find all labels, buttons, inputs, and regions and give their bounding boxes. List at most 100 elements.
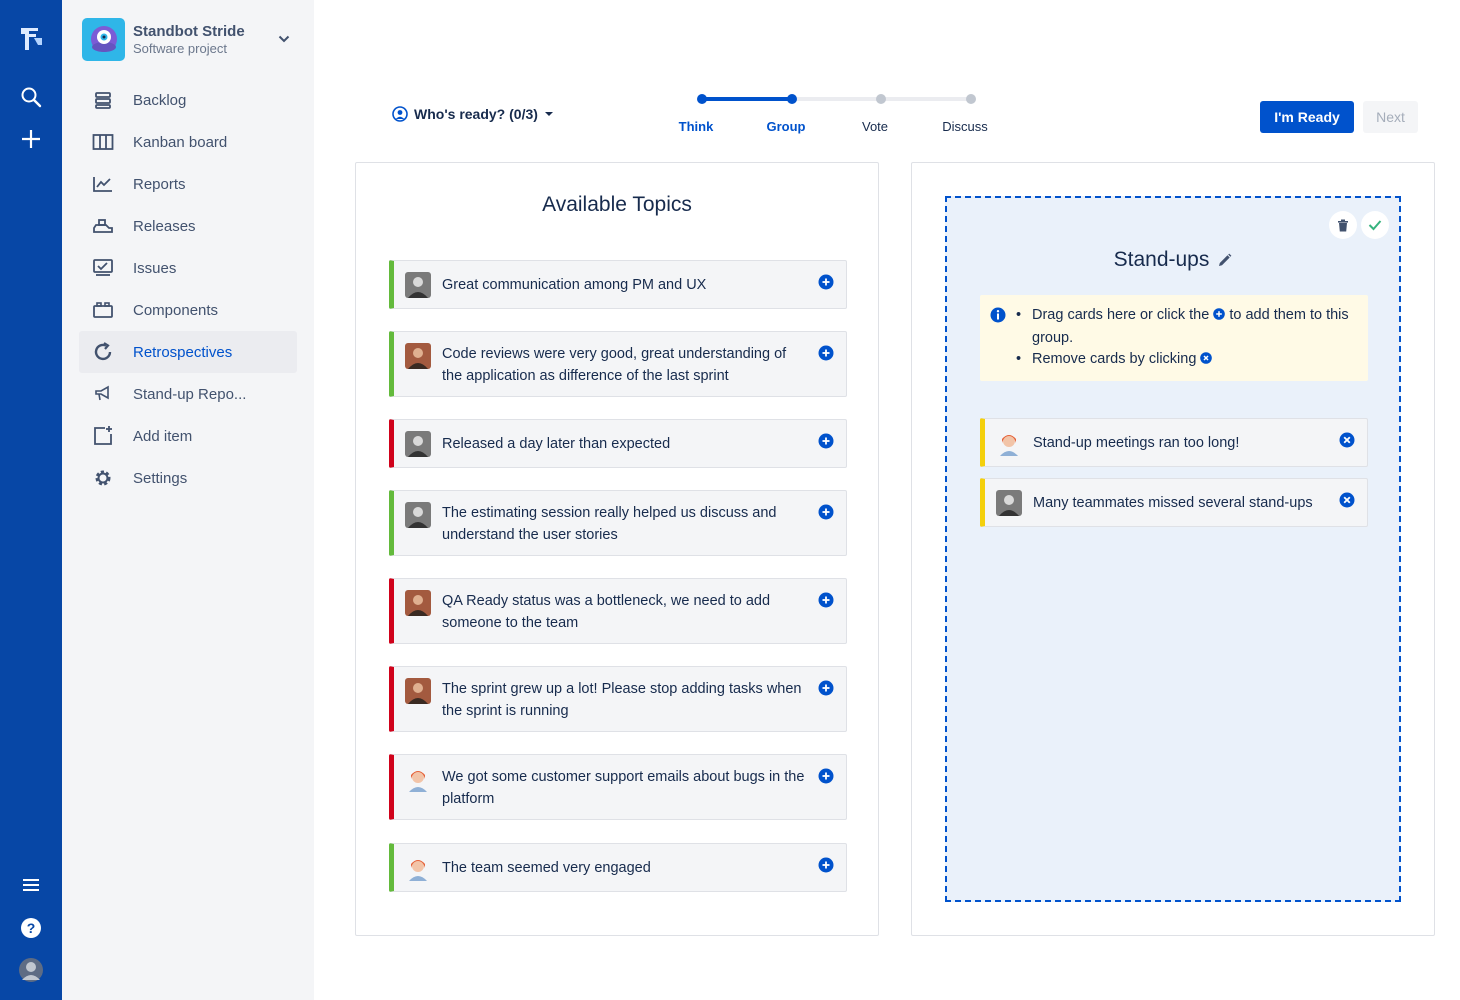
chevron-down-icon[interactable] (276, 31, 292, 47)
sidebar-item-settings[interactable]: Settings (79, 457, 297, 499)
step-discuss[interactable]: Discuss (930, 119, 1000, 134)
topic-card[interactable]: Released a day later than expected (389, 419, 847, 468)
caret-down-icon (544, 111, 554, 117)
sidebar-item-label: Retrospectives (133, 343, 233, 361)
remove-from-group-icon[interactable] (1339, 492, 1355, 508)
sidebar-item-label: Issues (133, 259, 177, 277)
sidebar-item-label: Settings (133, 469, 188, 487)
grouped-card-text: Many teammates missed several stand-ups (1033, 495, 1313, 511)
pencil-icon[interactable] (1217, 253, 1232, 268)
add-to-group-icon[interactable] (818, 680, 834, 696)
im-ready-button[interactable]: I'm Ready (1260, 101, 1354, 133)
avatar (405, 590, 431, 616)
grouped-card-text: Stand-up meetings ran too long! (1033, 435, 1240, 451)
avatar (405, 272, 431, 298)
sidebar-item-label: Stand-up Repo... (133, 385, 247, 403)
step-group[interactable]: Group (751, 119, 821, 134)
topic-text: Code reviews were very good, great under… (442, 346, 787, 384)
topic-text: QA Ready status was a bottleneck, we nee… (442, 593, 771, 631)
topic-card[interactable]: We got some customer support emails abou… (389, 754, 847, 820)
add-to-group-icon[interactable] (818, 504, 834, 520)
topic-text: We got some customer support emails abou… (442, 769, 805, 807)
topic-text: Released a day later than expected (442, 436, 671, 452)
topic-card[interactable]: Great communication among PM and UX (389, 260, 847, 309)
add-to-group-icon[interactable] (818, 592, 834, 608)
help-line-remove: Remove cards by clicking (1016, 349, 1352, 372)
kanban-board-icon (92, 131, 114, 153)
group-drop-zone[interactable]: Stand-ups Drag cards here or click the t… (945, 196, 1401, 902)
topic-card[interactable]: Code reviews were very good, great under… (389, 331, 847, 397)
trash-icon[interactable] (1329, 211, 1357, 239)
user-avatar[interactable] (0, 956, 62, 984)
topic-card[interactable]: The team seemed very engaged (389, 843, 847, 892)
topic-text: The team seemed very engaged (442, 860, 651, 876)
create-plus-icon[interactable] (0, 125, 62, 153)
info-icon (990, 307, 1006, 328)
topic-text: The sprint grew up a lot! Please stop ad… (442, 681, 802, 719)
sidebar-item-label: Components (133, 301, 219, 319)
sidebar-item-stand-up-reports[interactable]: Stand-up Repo... (79, 373, 297, 415)
avatar (996, 490, 1022, 516)
whos-ready-label: Who's ready? (0/3) (414, 106, 538, 122)
user-circle-icon (392, 106, 408, 122)
stepper-progress (702, 97, 792, 101)
components-icon (92, 299, 114, 321)
retro-stepper: Think Group Vote Discuss (679, 92, 988, 142)
sidebar-item-label: Reports (133, 175, 186, 193)
project-header[interactable]: Standbot Stride Software project (82, 17, 292, 61)
help-icon[interactable]: ? (0, 914, 62, 942)
grouped-card[interactable]: Stand-up meetings ran too long! (980, 418, 1368, 467)
sidebar-item-components[interactable]: Components (79, 289, 297, 331)
topic-text: Great communication among PM and UX (442, 277, 707, 293)
sidebar-item-backlog[interactable]: Backlog (79, 79, 297, 121)
menu-icon[interactable] (0, 872, 62, 898)
svg-text:?: ? (27, 920, 36, 936)
help-line-add: Drag cards here or click the to add them… (1016, 305, 1352, 349)
avatar (405, 343, 431, 369)
topic-text: The estimating session really helped us … (442, 505, 777, 543)
avatar (405, 678, 431, 704)
add-to-group-icon[interactable] (818, 433, 834, 449)
step-dot-vote (876, 94, 886, 104)
add-to-group-icon[interactable] (818, 345, 834, 361)
topic-card[interactable]: The sprint grew up a lot! Please stop ad… (389, 666, 847, 732)
search-icon[interactable] (0, 83, 62, 111)
topic-card[interactable]: QA Ready status was a bottleneck, we nee… (389, 578, 847, 644)
step-vote[interactable]: Vote (840, 119, 910, 134)
sidebar-item-retrospectives[interactable]: Retrospectives (79, 331, 297, 373)
sidebar-item-releases[interactable]: Releases (79, 205, 297, 247)
avatar (405, 502, 431, 528)
add-to-group-icon[interactable] (818, 768, 834, 784)
whos-ready-dropdown[interactable]: Who's ready? (0/3) (392, 106, 554, 122)
remove-circle-icon (1200, 350, 1213, 372)
avatar (405, 431, 431, 457)
issues-icon (92, 257, 114, 279)
add-to-group-icon[interactable] (818, 857, 834, 873)
jira-logo-icon[interactable] (0, 22, 62, 56)
add-to-group-icon[interactable] (818, 274, 834, 290)
backlog-icon (92, 89, 114, 111)
project-avatar (82, 17, 125, 61)
group-help-box: Drag cards here or click the to add them… (980, 295, 1368, 381)
sidebar-item-issues[interactable]: Issues (79, 247, 297, 289)
step-think[interactable]: Think (661, 119, 731, 134)
remove-from-group-icon[interactable] (1339, 432, 1355, 448)
releases-icon (92, 215, 114, 237)
avatar (405, 855, 431, 881)
group-panel: Stand-ups Drag cards here or click the t… (911, 162, 1435, 936)
step-dot-discuss (966, 94, 976, 104)
sidebar-item-reports[interactable]: Reports (79, 163, 297, 205)
add-circle-icon (1213, 306, 1226, 328)
sidebar-item-label: Add item (133, 427, 193, 445)
sidebar-item-label: Releases (133, 217, 196, 235)
available-topics-panel: Available Topics Great communication amo… (355, 162, 879, 936)
sidebar-item-kanban-board[interactable]: Kanban board (79, 121, 297, 163)
avatar (405, 766, 431, 792)
next-button[interactable]: Next (1363, 101, 1418, 133)
grouped-card[interactable]: Many teammates missed several stand-ups (980, 478, 1368, 527)
sidebar-item-label: Kanban board (133, 133, 228, 151)
topic-card[interactable]: The estimating session really helped us … (389, 490, 847, 556)
checkmark-icon[interactable] (1361, 211, 1389, 239)
sidebar-item-add-item[interactable]: Add item (79, 415, 297, 457)
avatar (996, 430, 1022, 456)
